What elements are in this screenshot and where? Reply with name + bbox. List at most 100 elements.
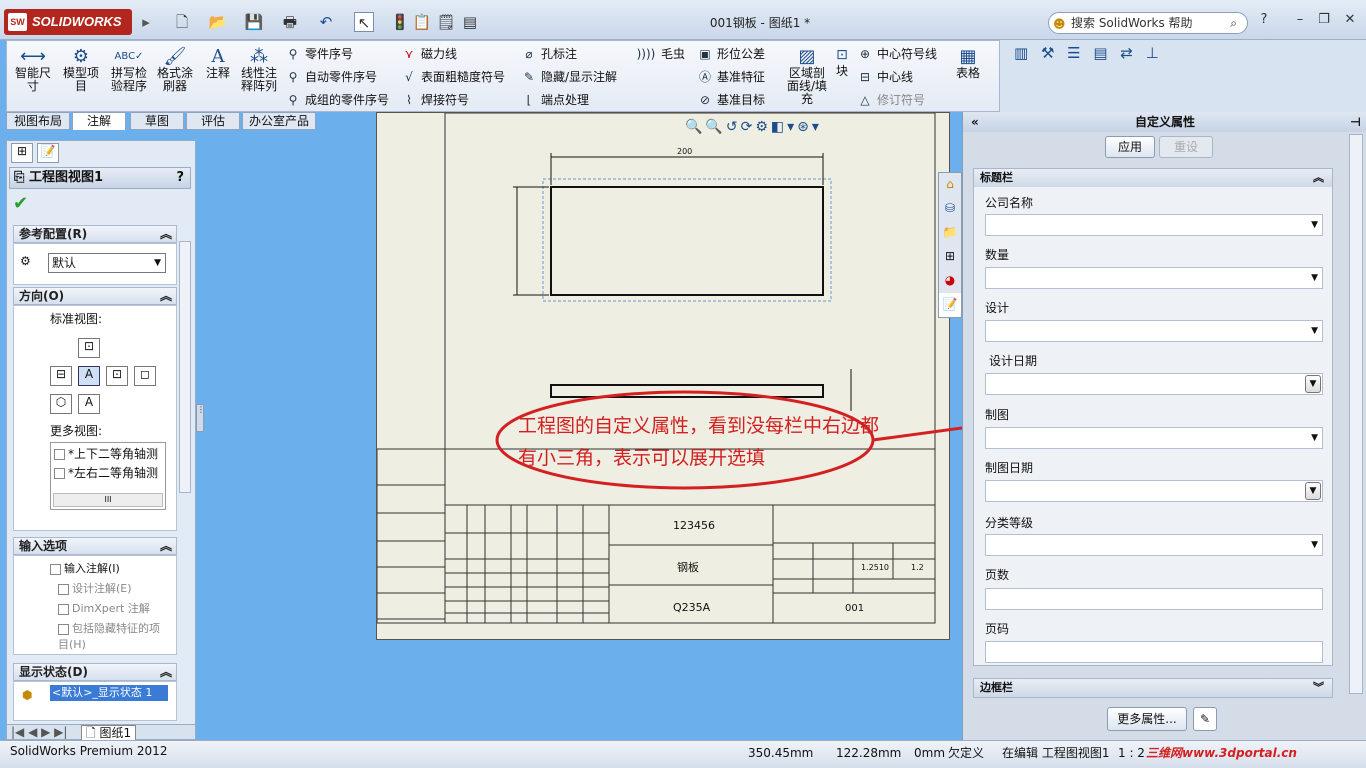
home-icon[interactable]: ⌂ [939,173,961,197]
checkbox[interactable] [58,583,69,595]
hidden-features-checkbox[interactable]: 包括隐藏特征的项目(H) [58,620,168,652]
collapse-icon[interactable]: ︽ [160,226,172,242]
solidworks-logo[interactable]: SW SOLIDWORKS [4,9,132,35]
select-arrow-icon[interactable]: ↖ [354,12,374,32]
smart-dimension-button[interactable]: ⟷ 智能尺寸 [11,47,55,93]
collapse-icon[interactable]: ︽ [160,538,172,554]
layer-icons[interactable]: ▥ ⚒ ☰ ▤ ⇄ ⊥ [1014,44,1163,62]
design-date-picker[interactable]: ▼ [985,373,1323,395]
border-section-header[interactable]: 边框栏 ︾ [973,678,1333,698]
center-mark-button[interactable]: ⊕ 中心符号线 [857,45,937,62]
apply-button[interactable]: 应用 [1105,136,1155,158]
open-folder-icon[interactable]: 📂 [208,12,228,32]
magnetic-line-button[interactable]: ⋎ 磁力线 [401,45,457,62]
area-hatch-button[interactable]: ▨ 区域剖面线/填充 [785,47,829,106]
display-state-header[interactable]: 显示状态(D) ︽ [13,663,177,681]
customize-icon[interactable]: ▤ [460,12,480,32]
view-top-icon[interactable]: ⊡ [78,338,100,358]
tab-view-layout[interactable]: 视图布局 [6,112,70,130]
dim-text-top[interactable]: 200 [677,147,692,156]
sheet-tab[interactable]: 🗋 图纸1 [81,725,137,741]
checkbox[interactable] [50,563,61,575]
minimize-icon[interactable]: – [1290,12,1310,32]
checkbox[interactable] [58,603,69,615]
expand-icon[interactable]: ︾ [1313,679,1324,697]
sheet-scale[interactable]: 1 : 2 [1118,743,1145,763]
restore-icon[interactable]: ❐ [1314,12,1334,32]
spell-check-button[interactable]: ABC✓ 拼写检验程序 [107,47,151,93]
pm-help-button[interactable]: ? [176,168,184,188]
checkbox[interactable] [54,468,65,479]
import-options-header[interactable]: 输入选项 ︽ [13,537,177,555]
print-icon[interactable]: 🖶 [280,12,300,32]
titleblock-header[interactable]: 标题栏 ︽ [974,169,1332,187]
reset-button[interactable]: 重设 [1159,136,1213,158]
calendar-dropdown-icon[interactable]: ▼ [1305,375,1321,393]
file-properties-icon[interactable]: 📋 [412,12,432,32]
calendar-dropdown-icon[interactable]: ▼ [1305,482,1321,500]
vertical-scrollbar[interactable] [1349,134,1363,694]
undo-icon[interactable]: ↶ [316,12,336,32]
property-manager-tab-icon[interactable]: 📝 [37,143,59,163]
table-button[interactable]: ▦ 表格 [951,47,985,80]
more-properties-button[interactable]: 更多属性... [1107,707,1187,731]
ref-config-header[interactable]: 参考配置(R) ︽ [13,225,177,243]
collapse-panel-icon[interactable]: « [971,112,979,132]
display-state-item[interactable]: <默认>_显示状态 1 [50,685,168,701]
appearances-icon[interactable]: ◕ [939,269,961,293]
edit-template-icon[interactable]: ✎ [1193,707,1217,731]
block-button[interactable]: ⊡ 块 [831,45,853,78]
rebuild-icon[interactable]: 🚦 [390,12,410,32]
page-count-input[interactable] [985,588,1323,610]
options-icon[interactable]: 🗒 [436,12,456,32]
auto-balloon-button[interactable]: ⚲ 自动零件序号 [285,68,377,85]
design-library-icon[interactable]: ⛁ [939,197,961,221]
help-button[interactable]: ? [1254,12,1274,32]
drafter-select[interactable]: ▼ [985,427,1323,449]
design-annotations-checkbox[interactable]: 设计注解(E) [58,580,132,596]
balloon-button[interactable]: ⚲ 零件序号 [285,45,353,62]
vertical-scrollbar[interactable] [179,241,191,493]
quantity-select[interactable]: ▼ [985,267,1323,289]
datum-target-button[interactable]: ⊘ 基准目标 [697,91,765,108]
hide-show-annotations-button[interactable]: ✎ 隐藏/显示注解 [521,68,617,85]
list-item[interactable]: *左右二等角轴测 [51,464,165,481]
designer-select[interactable]: ▼ [985,320,1323,342]
end-treatment-button[interactable]: ⌊ 端点处理 [521,91,589,108]
orientation-header[interactable]: 方向(O) ︽ [13,287,177,305]
custom-properties-icon[interactable]: 📝 [939,293,961,317]
collapse-icon[interactable]: ︽ [160,288,172,304]
linear-note-pattern-button[interactable]: ⁂ 线性注释阵列 [237,47,281,93]
centerline-button[interactable]: ⊟ 中心线 [857,68,913,85]
ok-check-icon[interactable]: ✔ [13,193,28,214]
view-left-icon[interactable]: ⊟ [50,366,72,386]
view-right-icon[interactable]: ⊡ [106,366,128,386]
dimxpert-checkbox[interactable]: DimXpert 注解 [58,600,150,616]
search-icon[interactable]: ⌕ [1230,13,1237,33]
view-back-icon[interactable]: ◻ [134,366,156,386]
tab-office-products[interactable]: 办公室产品 [242,112,316,130]
caterpillar-button[interactable]: )))) 毛虫 [635,45,685,62]
view-palette-icon[interactable]: ⊞ [939,245,961,269]
drafting-date-picker[interactable]: ▼ [985,480,1323,502]
classification-select[interactable]: ▼ [985,534,1323,556]
file-explorer-icon[interactable]: 📁 [939,221,961,245]
surface-finish-button[interactable]: √ 表面粗糙度符号 [401,68,505,85]
save-icon[interactable]: 💾 [244,12,264,32]
company-name-select[interactable]: ▼ [985,214,1323,236]
horizontal-scrollbar[interactable]: III [53,493,163,507]
model-items-button[interactable]: ⚙ 模型项目 [59,47,103,93]
view-iso-icon[interactable]: ⬡ [50,394,72,414]
import-annotations-checkbox[interactable]: 输入注解(I) [50,560,120,576]
panel-splitter-handle[interactable]: ⋮ [196,404,205,432]
datum-feature-button[interactable]: Ⓐ 基准特征 [697,68,765,85]
search-help-input[interactable]: ☻ 搜索 SolidWorks 帮助 ⌕ [1048,12,1248,34]
tab-evaluate[interactable]: 评估 [186,112,240,130]
config-select[interactable]: 默认 ▼ [48,253,166,273]
feature-manager-tab-icon[interactable]: ⊞ [11,143,33,163]
collapse-icon[interactable]: ︽ [1313,169,1324,187]
weld-symbol-button[interactable]: ⌇ 焊接符号 [401,91,469,108]
stacked-balloon-button[interactable]: ⚲ 成组的零件序号 [285,91,389,108]
close-icon[interactable]: ✕ [1340,12,1360,32]
view-current-icon[interactable]: A [78,394,100,414]
